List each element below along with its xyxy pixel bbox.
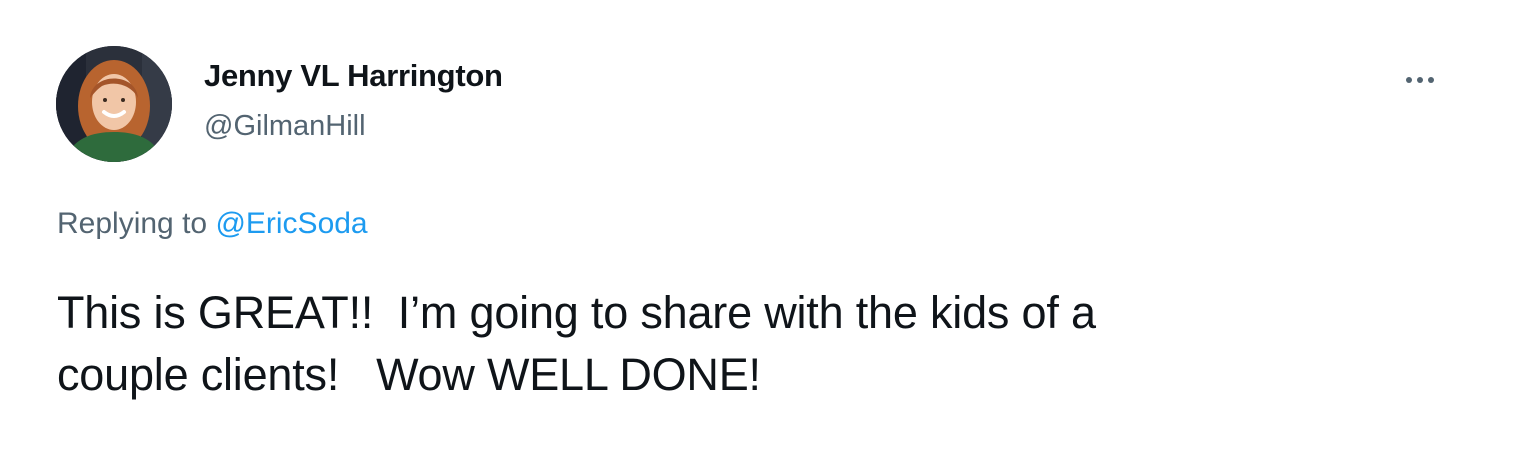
avatar[interactable] bbox=[56, 46, 172, 162]
reply-prefix: Replying to bbox=[57, 207, 208, 240]
reply-context: Replying to @EricSoda bbox=[57, 207, 368, 241]
more-options-button[interactable] bbox=[1394, 62, 1446, 98]
ellipsis-icon bbox=[1406, 77, 1412, 83]
ellipsis-icon bbox=[1428, 77, 1434, 83]
tweet: Jenny VL Harrington @GilmanHill Replying… bbox=[0, 0, 1514, 454]
author-handle[interactable]: @GilmanHill bbox=[204, 110, 366, 143]
avatar-image bbox=[56, 46, 172, 162]
reply-mention-link[interactable]: @EricSoda bbox=[215, 207, 367, 240]
tweet-text: This is GREAT!! I’m going to share with … bbox=[57, 287, 1096, 400]
author-display-name[interactable]: Jenny VL Harrington bbox=[204, 58, 503, 94]
ellipsis-icon bbox=[1417, 77, 1423, 83]
